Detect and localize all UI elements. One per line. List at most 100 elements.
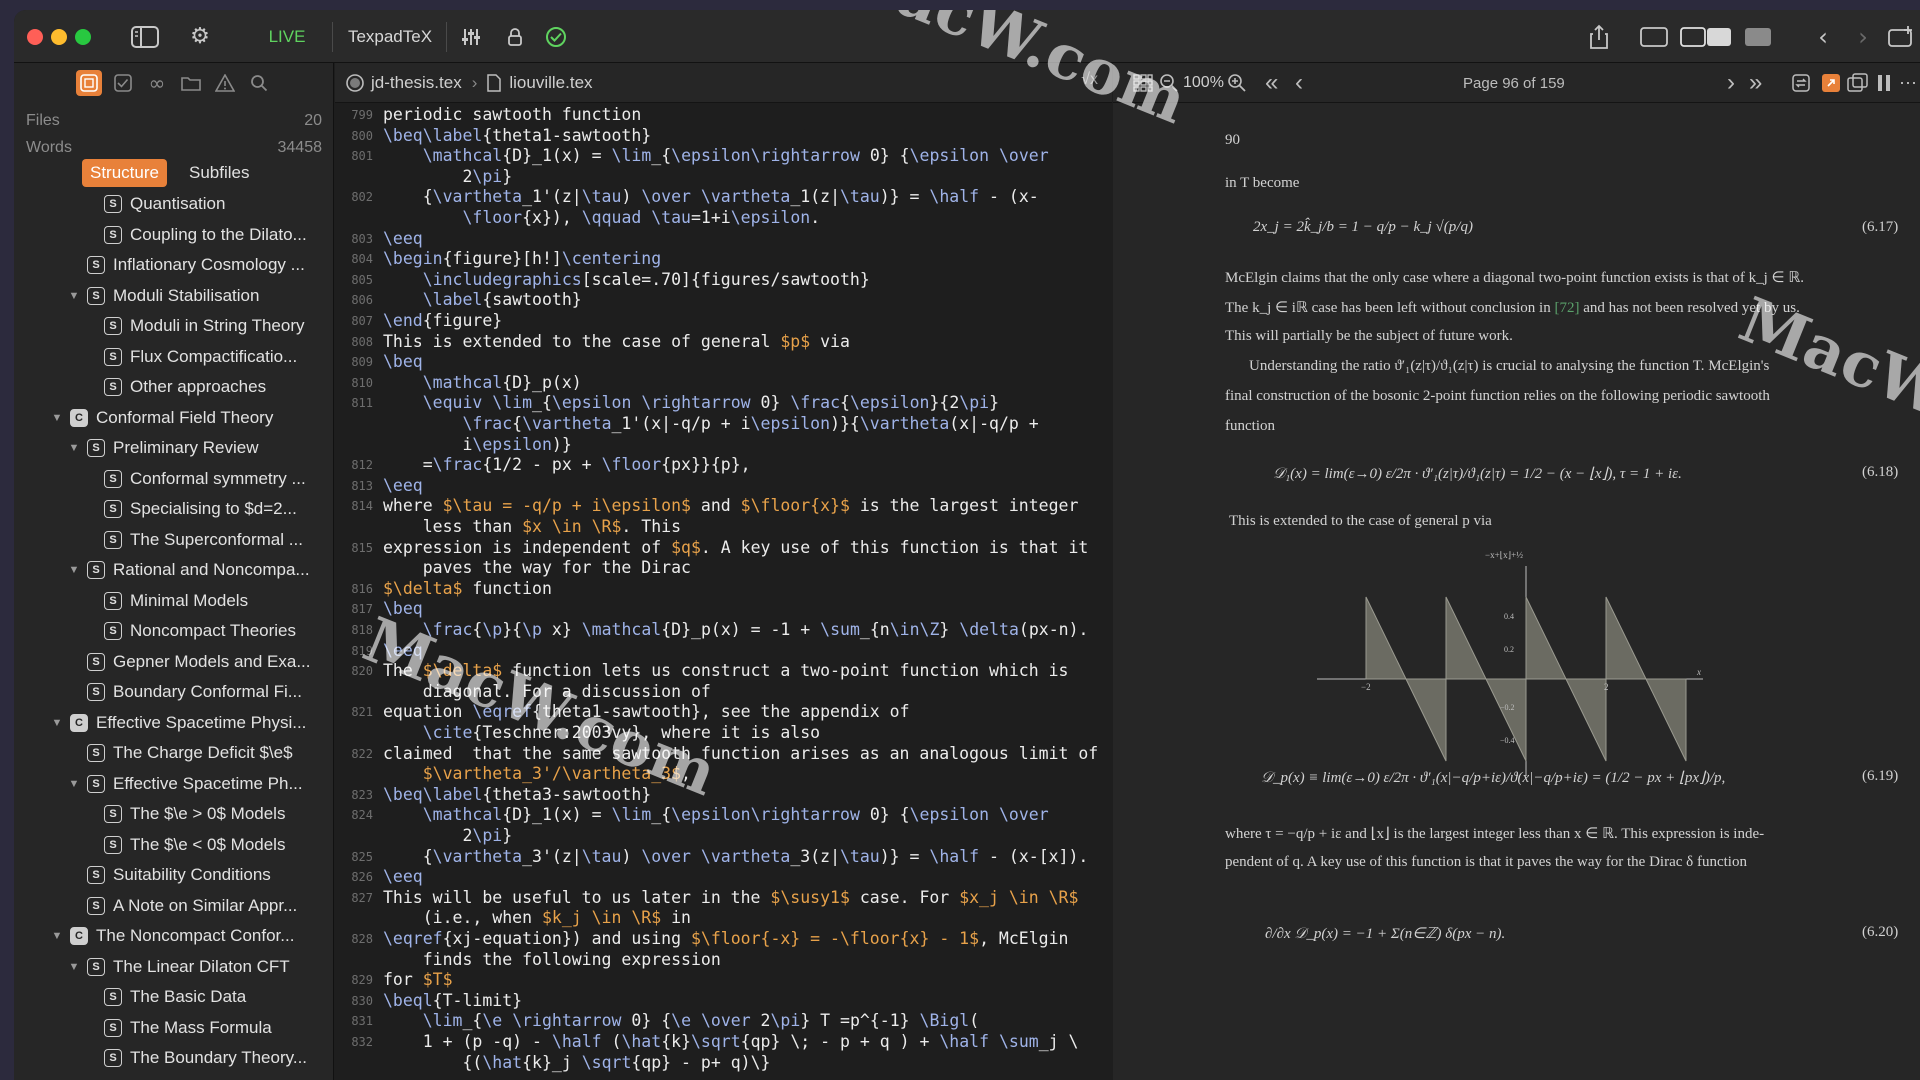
citation-link[interactable]: [72]	[1554, 300, 1579, 316]
tree-item[interactable]: S A Note on Similar Appr...	[14, 891, 333, 921]
code-line[interactable]: 802 {\vartheta_1'(z|\tau) \over \varthet…	[335, 187, 1112, 208]
sync-icon[interactable]	[1791, 63, 1811, 103]
duplicate-window-icon[interactable]	[1847, 63, 1869, 103]
tree-item[interactable]: ▼ S Preliminary Review	[14, 433, 333, 463]
code-line[interactable]: 806 \label{sawtooth}	[335, 290, 1112, 311]
new-window-icon[interactable]	[1886, 10, 1916, 63]
tree-item[interactable]: S Specialising to $d=2...	[14, 494, 333, 524]
code-line[interactable]: 829 for $T$	[335, 970, 1112, 991]
code-line[interactable]: 817 \beq	[335, 599, 1112, 620]
tree-item[interactable]: S Flux Compactificatio...	[14, 342, 333, 372]
tree-item[interactable]: S Other approaches	[14, 372, 333, 402]
sidebar-toggle-icon[interactable]	[128, 10, 162, 63]
references-icon[interactable]: ∞	[144, 70, 170, 96]
tree-item[interactable]: ▼ C The Noncompact Confor...	[14, 921, 333, 951]
code-line[interactable]: 812 =\frac{1/2 - px + \floor{px}}{p},	[335, 455, 1112, 476]
code-line[interactable]: 808 This is extended to the case of gener…	[335, 332, 1112, 353]
close-window-button[interactable]	[25, 10, 45, 63]
code-line[interactable]: finds the following expression	[335, 950, 1112, 971]
layout-split-icon[interactable]	[1678, 10, 1734, 63]
code-line[interactable]: $\vartheta_3'/\vartheta_3$,	[335, 764, 1112, 785]
code-line[interactable]: 814 where $\tau = -q/p + i\epsilon$ and $…	[335, 496, 1112, 517]
code-line[interactable]: 818 \frac{\p}{\p x} \mathcal{D}_p(x) = -…	[335, 620, 1112, 641]
tree-item[interactable]: ▼ S Effective Spacetime Ph...	[14, 769, 333, 799]
last-page-icon[interactable]: »	[1749, 63, 1762, 103]
open-external-icon[interactable]	[1821, 63, 1841, 103]
sliders-icon[interactable]	[456, 10, 486, 63]
code-line[interactable]: (i.e., when $k_j \in \R$ in	[335, 908, 1112, 929]
tree-item[interactable]: S Gepner Models and Exa...	[14, 647, 333, 677]
minimize-window-button[interactable]	[49, 10, 69, 63]
lock-icon[interactable]	[502, 10, 528, 63]
code-line[interactable]: 815 expression is independent of $q$. A k…	[335, 538, 1112, 559]
share-icon[interactable]	[1582, 10, 1616, 63]
layout-preview-only-icon[interactable]	[1740, 10, 1776, 63]
tab-subfiles[interactable]: Subfiles	[181, 159, 257, 187]
tab-structure[interactable]: Structure	[82, 159, 167, 187]
warning-icon[interactable]	[212, 70, 238, 96]
code-line[interactable]: diagonal. For a discussion of	[335, 682, 1112, 703]
tree-item[interactable]: S The Mass Formula	[14, 1013, 333, 1043]
code-line[interactable]: 2\pi}	[335, 826, 1112, 847]
code-line[interactable]: 810 \mathcal{D}_p(x)	[335, 373, 1112, 394]
tree-item[interactable]: S Coupling to the Dilato...	[14, 220, 333, 250]
more-options-icon[interactable]: ⋯	[1899, 63, 1917, 103]
code-line[interactable]: 816 $\delta$ function	[335, 579, 1112, 600]
tree-item[interactable]: ▼ S Rational and Noncompa...	[14, 555, 333, 585]
code-line[interactable]: less than $x \in \R$. This	[335, 517, 1112, 538]
code-line[interactable]: 821 equation \eqref{theta1-sawtooth}, see…	[335, 702, 1112, 723]
code-line[interactable]: 799 periodic sawtooth function	[335, 105, 1112, 126]
code-line[interactable]: 831 \lim_{\e \rightarrow 0} {\e \over 2\…	[335, 1011, 1112, 1032]
tree-item[interactable]: S Suitability Conditions	[14, 860, 333, 890]
code-line[interactable]: 807 \end{figure}	[335, 311, 1112, 332]
tree-item[interactable]: S The Superconformal ...	[14, 525, 333, 555]
pause-icon[interactable]	[1877, 63, 1891, 103]
folder-icon[interactable]	[178, 70, 204, 96]
previous-page-icon[interactable]: ‹	[1295, 63, 1303, 103]
code-line[interactable]: 830 \beql{T-limit}	[335, 991, 1112, 1012]
page-indicator[interactable]: Page 96 of 159	[1463, 63, 1565, 103]
code-line[interactable]: 813 \eeq	[335, 476, 1112, 497]
tree-item[interactable]: S The Boundary Theory...	[14, 1043, 333, 1073]
code-line[interactable]: \frac{\vartheta_1'(x|-q/p + i\epsilon)}{…	[335, 414, 1112, 435]
code-editor[interactable]: 799 periodic sawtooth function 800 \beq\lab…	[335, 105, 1112, 1080]
code-line[interactable]: 820 The $\delta$ function lets us constru…	[335, 661, 1112, 682]
tree-item[interactable]: S Moduli in String Theory	[14, 311, 333, 341]
live-indicator[interactable]: LIVE	[262, 10, 312, 63]
sqrt-x-icon[interactable]: √x	[1081, 71, 1098, 89]
history-back-icon[interactable]: ‹	[1810, 10, 1836, 63]
code-line[interactable]: 811 \equiv \lim_{\epsilon \rightarrow 0}…	[335, 393, 1112, 414]
tree-item[interactable]: S Boundary Conformal Fi...	[14, 677, 333, 707]
code-line[interactable]: 2\pi}	[335, 167, 1112, 188]
code-line[interactable]: 828 \eqref{xj-equation}) and using $\floo…	[335, 929, 1112, 950]
tree-item[interactable]: ▼ C Conformal Field Theory	[14, 403, 333, 433]
breadcrumb-file[interactable]: liouville.tex	[509, 73, 592, 93]
code-line[interactable]: 804 \begin{figure}[h!]\centering	[335, 249, 1112, 270]
chevron-down-icon[interactable]: ▼	[67, 290, 81, 302]
zoom-level[interactable]: 100%	[1183, 63, 1224, 103]
code-line[interactable]: \cite{Teschner:2003vy}, where it is also	[335, 723, 1112, 744]
chevron-down-icon[interactable]: ▼	[67, 564, 81, 576]
tree-item[interactable]: S Inflationary Cosmology ...	[14, 250, 333, 280]
code-line[interactable]: 800 \beq\label{theta1-sawtooth}	[335, 126, 1112, 147]
chevron-down-icon[interactable]: ▼	[50, 412, 64, 424]
tree-item[interactable]: ▼SLiouville Theory	[14, 1074, 333, 1080]
code-line[interactable]: 823 \beq\label{theta3-sawtooth}	[335, 785, 1112, 806]
outline-icon[interactable]	[76, 70, 102, 96]
tree-item[interactable]: S Minimal Models	[14, 586, 333, 616]
tree-item[interactable]: S Conformal symmetry ...	[14, 464, 333, 494]
tree-item[interactable]: S Quantisation	[14, 194, 333, 219]
code-line[interactable]: 822 claimed that the same sawtooth functi…	[335, 744, 1112, 765]
code-line[interactable]: paves the way for the Dirac	[335, 558, 1112, 579]
chevron-down-icon[interactable]: ▼	[67, 442, 81, 454]
code-line[interactable]: i\epsilon)}	[335, 435, 1112, 456]
thumbnails-grid-icon[interactable]	[1133, 63, 1153, 103]
chevron-down-icon[interactable]: ▼	[50, 717, 64, 729]
zoom-window-button[interactable]	[73, 10, 93, 63]
chevron-down-icon[interactable]: ▼	[67, 778, 81, 790]
layout-editor-only-icon[interactable]	[1636, 10, 1672, 63]
code-line[interactable]: 825 {\vartheta_3'(z|\tau) \over \varthet…	[335, 847, 1112, 868]
compile-success-icon[interactable]	[542, 10, 570, 63]
code-line[interactable]: 832 1 + (p -q) - \half (\hat{k}\sqrt{qp}…	[335, 1032, 1112, 1053]
code-line[interactable]: 809 \beq	[335, 352, 1112, 373]
